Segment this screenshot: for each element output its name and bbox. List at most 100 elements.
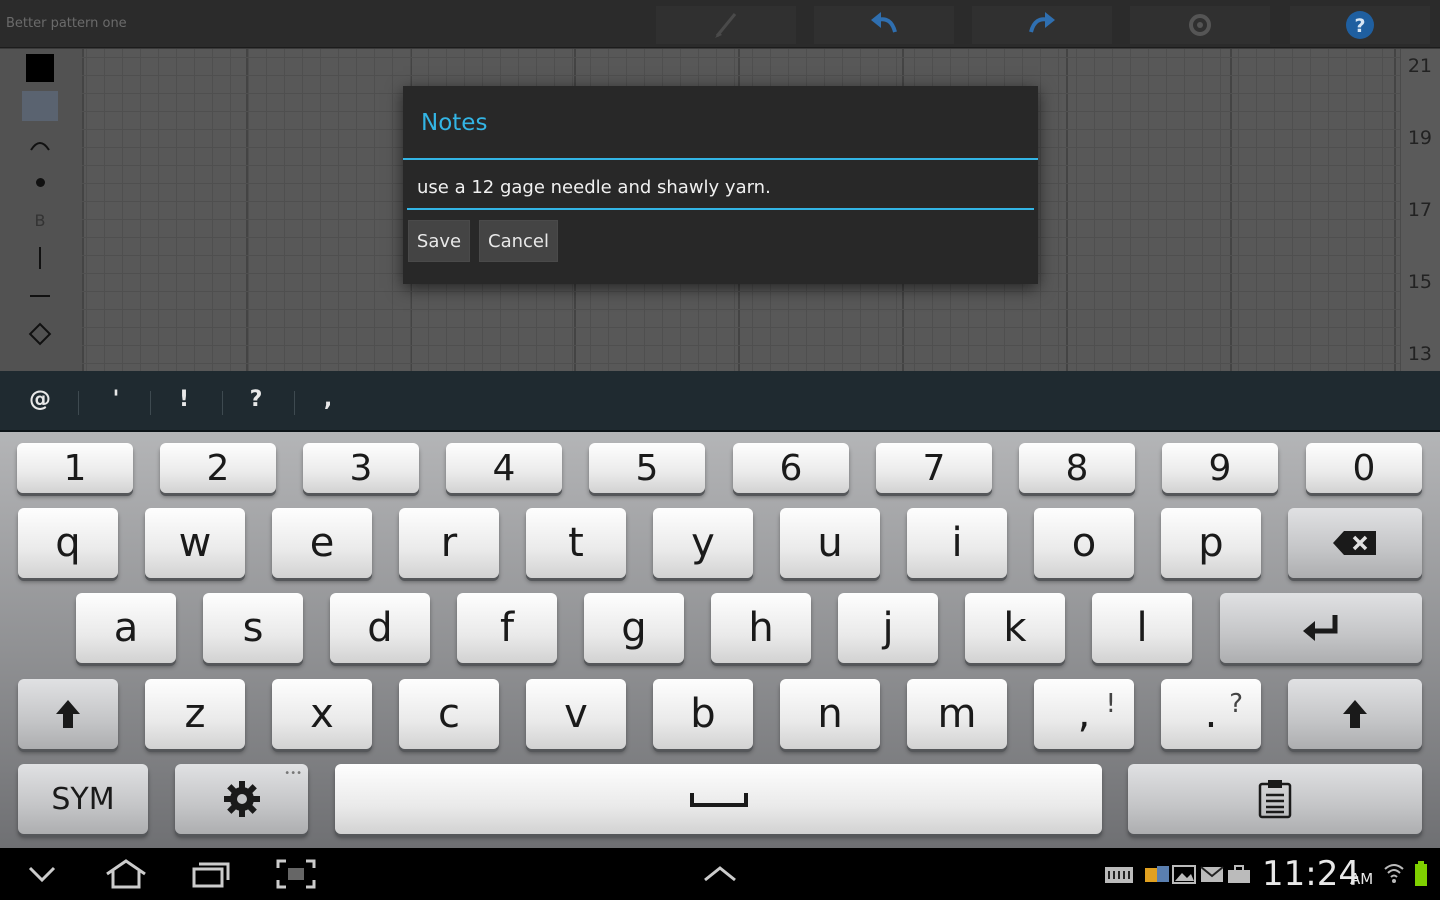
key-j[interactable]: j [838, 593, 938, 663]
diamond-icon[interactable] [22, 319, 58, 349]
key-y[interactable]: y [653, 508, 753, 578]
row-number: 17 [1407, 199, 1432, 221]
clipboard-icon [1258, 780, 1292, 819]
expand-button[interactable] [700, 858, 740, 890]
brush-button[interactable] [656, 6, 796, 44]
suggestion-item[interactable]: ! [148, 387, 220, 412]
key-p[interactable]: p [1161, 508, 1261, 578]
dot-icon[interactable] [22, 167, 58, 197]
key-2[interactable]: 2 [160, 443, 276, 493]
backspace-key[interactable] [1288, 508, 1422, 578]
shift-key-right[interactable] [1288, 679, 1422, 749]
key-s[interactable]: s [203, 593, 303, 663]
notes-dialog: Notes use a 12 gage needle and shawly ya… [403, 86, 1038, 284]
redo-button[interactable] [972, 6, 1112, 44]
key-e[interactable]: e [272, 508, 372, 578]
key-x[interactable]: x [272, 679, 372, 749]
key-i[interactable]: i [907, 508, 1007, 578]
key-7[interactable]: 7 [876, 443, 992, 493]
row-number: 13 [1407, 343, 1432, 365]
key-w[interactable]: w [145, 508, 245, 578]
suggestion-item[interactable]: @ [4, 387, 76, 412]
enter-icon [1303, 615, 1338, 641]
b-symbol[interactable]: B [22, 205, 58, 235]
system-bar [0, 848, 1440, 900]
key-t[interactable]: t [526, 508, 626, 578]
key-8[interactable]: 8 [1019, 443, 1135, 493]
hide-keyboard-button[interactable] [22, 858, 62, 890]
enter-key[interactable] [1220, 593, 1422, 663]
clock-time: 11:24 [1262, 854, 1360, 894]
key-c[interactable]: c [399, 679, 499, 749]
arc-icon[interactable] [22, 129, 58, 159]
period-label: . [1204, 691, 1218, 737]
home-button[interactable] [100, 858, 152, 890]
period-key[interactable]: . ? [1161, 679, 1261, 749]
key-d[interactable]: d [330, 593, 430, 663]
divider [78, 391, 79, 415]
key-r[interactable]: r [399, 508, 499, 578]
space-key[interactable] [335, 764, 1102, 834]
save-button[interactable]: Save [408, 220, 470, 262]
vertical-line-icon[interactable] [22, 243, 58, 273]
key-m[interactable]: m [907, 679, 1007, 749]
key-0[interactable]: 0 [1306, 443, 1422, 493]
clipboard-key[interactable] [1128, 764, 1422, 834]
shift-key-left[interactable] [18, 679, 118, 749]
key-k[interactable]: k [965, 593, 1065, 663]
horizontal-line-icon[interactable] [22, 281, 58, 311]
gallery-notification-icon [1170, 858, 1198, 890]
soft-keyboard: 1 2 3 4 5 6 7 8 9 0 q w e r t y u i o p … [0, 432, 1440, 848]
undo-button[interactable] [814, 6, 954, 44]
svg-text:?: ? [1354, 15, 1365, 37]
key-v[interactable]: v [526, 679, 626, 749]
settings-key[interactable]: ••• [175, 764, 308, 834]
screenshot-button[interactable] [274, 858, 318, 890]
help-button[interactable]: ? [1290, 6, 1430, 44]
blue-swatch[interactable] [22, 91, 58, 121]
black-swatch[interactable] [22, 53, 58, 83]
recent-apps-button[interactable] [188, 858, 234, 890]
title-divider [403, 158, 1038, 160]
comma-key[interactable]: , ! [1034, 679, 1134, 749]
key-9[interactable]: 9 [1162, 443, 1278, 493]
media-notification-icon [1142, 858, 1172, 890]
suggestion-item[interactable]: ' [80, 387, 152, 412]
key-o[interactable]: o [1034, 508, 1134, 578]
notes-input[interactable]: use a 12 gage needle and shawly yarn. [407, 174, 1034, 210]
key-z[interactable]: z [145, 679, 245, 749]
key-1[interactable]: 1 [17, 443, 133, 493]
suggestion-item[interactable]: , [292, 387, 364, 412]
row-number: 21 [1407, 55, 1432, 77]
keyboard-notification-icon [1102, 858, 1136, 890]
clock-ampm: AM [1350, 870, 1374, 888]
suggestion-item[interactable]: ? [220, 387, 292, 412]
key-n[interactable]: n [780, 679, 880, 749]
key-g[interactable]: g [584, 593, 684, 663]
space-icon [689, 793, 748, 807]
home-icon [106, 859, 146, 889]
pattern-title: Better pattern one [6, 16, 127, 31]
cancel-button[interactable]: Cancel [479, 220, 558, 262]
exclamation-label: ! [1105, 689, 1116, 719]
key-u[interactable]: u [780, 508, 880, 578]
key-q[interactable]: q [18, 508, 118, 578]
redo-icon [1029, 12, 1055, 33]
sym-key[interactable]: SYM [18, 764, 148, 834]
key-5[interactable]: 5 [589, 443, 705, 493]
battery-icon [1410, 858, 1432, 890]
settings-button[interactable] [1130, 6, 1270, 44]
comma-label: , [1077, 691, 1091, 737]
key-4[interactable]: 4 [446, 443, 562, 493]
key-3[interactable]: 3 [303, 443, 419, 493]
recent-apps-icon [192, 862, 230, 888]
dialog-title: Notes [421, 110, 488, 136]
gear-icon [1189, 14, 1211, 36]
key-a[interactable]: a [76, 593, 176, 663]
key-l[interactable]: l [1092, 593, 1192, 663]
key-h[interactable]: h [711, 593, 811, 663]
key-b[interactable]: b [653, 679, 753, 749]
help-icon: ? [1346, 11, 1374, 39]
key-f[interactable]: f [457, 593, 557, 663]
key-6[interactable]: 6 [733, 443, 849, 493]
